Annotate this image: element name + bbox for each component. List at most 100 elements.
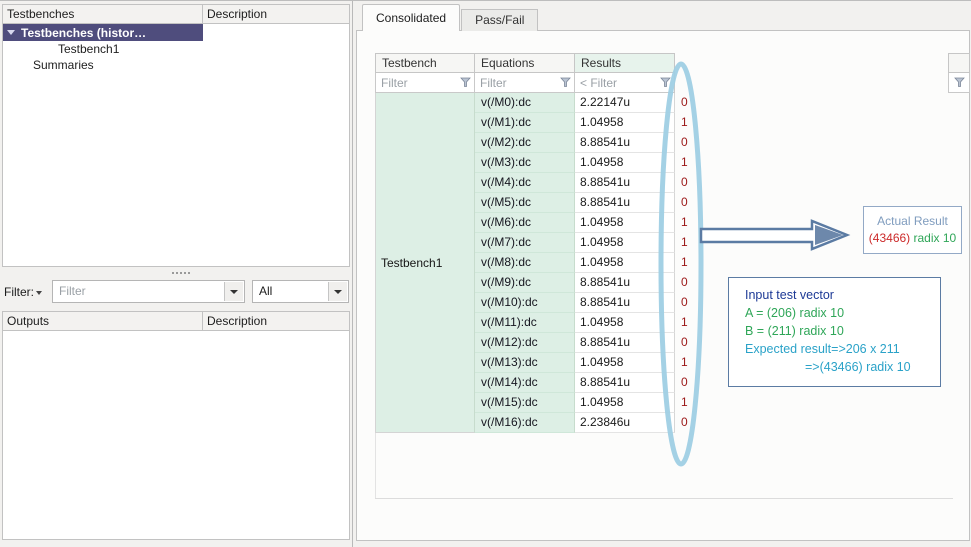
table-row[interactable]: v(/M14):dc 8.88541u 0 [475, 373, 715, 393]
result-cell[interactable]: 2.23846u [575, 413, 675, 433]
table-row[interactable]: v(/M7):dc 1.04958 1 [475, 233, 715, 253]
testbenches-column-header[interactable]: Testbenches [3, 5, 203, 23]
outputs-column-header[interactable]: Outputs [3, 312, 203, 330]
scope-dropdown-button[interactable] [328, 282, 347, 301]
equation-cell[interactable]: v(/M1):dc [475, 113, 575, 133]
filter-cell-testbench[interactable]: Filter [375, 73, 475, 93]
filter-funnel-icon[interactable] [460, 77, 471, 88]
table-frame-left [375, 433, 376, 498]
input-vector-a: A = (206) radix 10 [745, 306, 845, 320]
equation-cell[interactable]: v(/M4):dc [475, 173, 575, 193]
result-cell[interactable]: 1.04958 [575, 393, 675, 413]
equation-cell[interactable]: v(/M10):dc [475, 293, 575, 313]
table-row[interactable]: v(/M11):dc 1.04958 1 [475, 313, 715, 333]
result-cell[interactable]: 1.04958 [575, 313, 675, 333]
filter-cell-results[interactable]: < Filter [575, 73, 675, 93]
filter-input[interactable]: Filter [53, 281, 244, 302]
testbench-list-header: Testbenches Description [3, 5, 349, 24]
equation-cell[interactable]: v(/M15):dc [475, 393, 575, 413]
chevron-down-icon [334, 289, 342, 294]
outputs-list: Outputs Description [2, 311, 350, 540]
table-row[interactable]: v(/M8):dc 1.04958 1 [475, 253, 715, 273]
equation-cell[interactable]: v(/M5):dc [475, 193, 575, 213]
equation-cell[interactable]: v(/M2):dc [475, 133, 575, 153]
equation-cell[interactable]: v(/M14):dc [475, 373, 575, 393]
outputs-list-header: Outputs Description [3, 312, 349, 331]
table-row[interactable]: v(/M6):dc 1.04958 1 [475, 213, 715, 233]
filter-label: Filter: [4, 285, 34, 299]
testbench-merged-cell[interactable]: Testbench1 [375, 93, 475, 433]
equation-cell[interactable]: v(/M8):dc [475, 253, 575, 273]
filter-placeholder: Filter [381, 75, 408, 90]
table-row[interactable]: v(/M9):dc 8.88541u 0 [475, 273, 715, 293]
result-cell[interactable]: 1.04958 [575, 213, 675, 233]
result-cell[interactable]: 8.88541u [575, 273, 675, 293]
clipped-filter-cell[interactable] [948, 73, 970, 93]
table-row[interactable]: v(/M15):dc 1.04958 1 [475, 393, 715, 413]
result-cell[interactable]: 2.22147u [575, 93, 675, 113]
table-row[interactable]: v(/M0):dc 2.22147u 0 [475, 93, 715, 113]
filter-cell-equations[interactable]: Filter [475, 73, 575, 93]
table-row[interactable]: v(/M16):dc 2.23846u 0 [475, 413, 715, 433]
input-vector-title: Input test vector [745, 288, 834, 302]
result-bit-cell: 1 [681, 155, 688, 169]
filter-funnel-icon[interactable] [953, 77, 965, 88]
result-cell[interactable]: 1.04958 [575, 253, 675, 273]
scope-combobox[interactable]: All [252, 280, 349, 303]
result-cell[interactable]: 8.88541u [575, 193, 675, 213]
result-bit-cell: 1 [681, 215, 688, 229]
column-header-equations[interactable]: Equations [475, 53, 575, 73]
tree-item-testbenches-history[interactable]: Testbenches (histor… [3, 24, 203, 41]
equation-cell[interactable]: v(/M12):dc [475, 333, 575, 353]
horizontal-splitter-handle[interactable] [172, 272, 174, 274]
result-bit-cell: 0 [681, 175, 688, 189]
column-header-results[interactable]: Results [575, 53, 675, 73]
result-bit-cell: 1 [681, 315, 688, 329]
equation-cell[interactable]: v(/M16):dc [475, 413, 575, 433]
filter-dropdown-button[interactable] [224, 282, 243, 301]
actual-result-title: Actual Result [877, 214, 948, 228]
equation-cell[interactable]: v(/M13):dc [475, 353, 575, 373]
tab-consolidated[interactable]: Consolidated [362, 4, 461, 31]
equation-cell[interactable]: v(/M9):dc [475, 273, 575, 293]
result-cell[interactable]: 8.88541u [575, 133, 675, 153]
result-cell[interactable]: 1.04958 [575, 113, 675, 133]
expander-triangle-icon[interactable] [7, 30, 15, 35]
equation-cell[interactable]: v(/M6):dc [475, 213, 575, 233]
result-cell[interactable]: 8.88541u [575, 293, 675, 313]
table-row[interactable]: v(/M5):dc 8.88541u 0 [475, 193, 715, 213]
table-row[interactable]: v(/M4):dc 8.88541u 0 [475, 173, 715, 193]
tree-item-summaries[interactable]: Summaries [3, 57, 349, 73]
result-cell[interactable]: 1.04958 [575, 153, 675, 173]
result-cell[interactable]: 8.88541u [575, 373, 675, 393]
result-cell[interactable]: 8.88541u [575, 333, 675, 353]
description-column-header[interactable]: Description [203, 312, 349, 330]
result-bit-cell: 0 [681, 295, 688, 309]
table-row[interactable]: v(/M12):dc 8.88541u 0 [475, 333, 715, 353]
column-header-testbench[interactable]: Testbench [375, 53, 475, 73]
description-column-header[interactable]: Description [203, 5, 349, 23]
tree-item-testbench1[interactable]: Testbench1 [3, 41, 349, 57]
filter-menu-button[interactable]: Filter: [4, 285, 42, 299]
table-row[interactable]: v(/M13):dc 1.04958 1 [475, 353, 715, 373]
filter-funnel-icon[interactable] [560, 77, 571, 88]
tab-pass-fail[interactable]: Pass/Fail [461, 9, 539, 31]
result-cell[interactable]: 8.88541u [575, 173, 675, 193]
equation-cell[interactable]: v(/M0):dc [475, 93, 575, 113]
results-table: Testbench Equations Results Filter Filte… [375, 53, 715, 433]
testbench-list: Testbenches Description Testbenches (his… [2, 4, 350, 267]
left-panel: Testbenches Description Testbenches (his… [0, 1, 353, 547]
equation-cell[interactable]: v(/M11):dc [475, 313, 575, 333]
table-row[interactable]: v(/M3):dc 1.04958 1 [475, 153, 715, 173]
filter-combobox[interactable]: Filter [52, 280, 245, 303]
table-row[interactable]: v(/M2):dc 8.88541u 0 [475, 133, 715, 153]
equation-cell[interactable]: v(/M7):dc [475, 233, 575, 253]
result-cell[interactable]: 1.04958 [575, 233, 675, 253]
result-cell[interactable]: 1.04958 [575, 353, 675, 373]
table-row[interactable]: v(/M10):dc 8.88541u 0 [475, 293, 715, 313]
table-header-row: Testbench Equations Results [375, 53, 715, 73]
filter-funnel-icon[interactable] [660, 77, 671, 88]
clipped-column-header[interactable] [948, 53, 970, 73]
table-row[interactable]: v(/M1):dc 1.04958 1 [475, 113, 715, 133]
equation-cell[interactable]: v(/M3):dc [475, 153, 575, 173]
